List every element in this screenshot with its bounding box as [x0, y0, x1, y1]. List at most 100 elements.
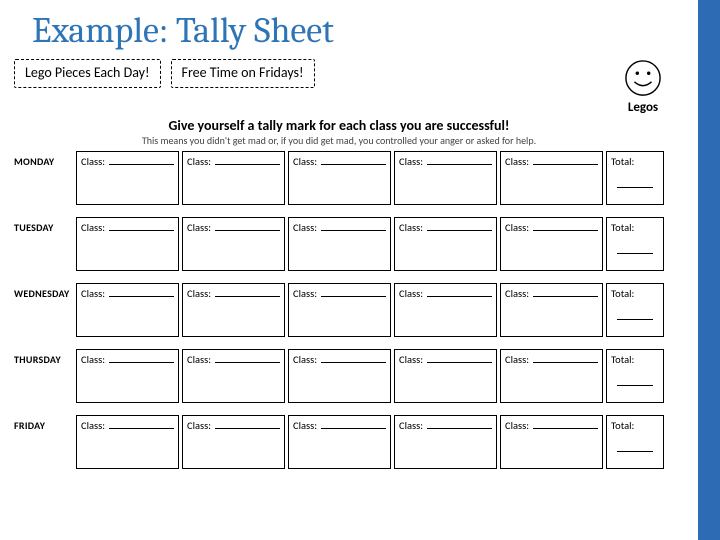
class-label: Class:: [187, 287, 211, 300]
total-cell: Total:: [606, 415, 664, 469]
class-cell: Class:: [76, 217, 179, 271]
instructions: Give yourself a tally mark for each clas…: [14, 117, 664, 147]
class-label-row: Class:: [505, 353, 598, 366]
class-label: Class:: [293, 155, 317, 168]
class-label: Class:: [187, 353, 211, 366]
blank-line: [109, 419, 174, 429]
day-label: FRIDAY: [14, 415, 76, 469]
class-label: Class:: [399, 353, 423, 366]
blank-line: [533, 221, 598, 231]
class-label-row: Class:: [293, 155, 386, 168]
class-label: Class:: [81, 419, 105, 432]
blank-line: [109, 353, 174, 363]
slide-title: Example: Tally Sheet: [0, 0, 720, 59]
class-cell: Class:: [288, 415, 391, 469]
class-cell: Class:: [500, 283, 603, 337]
tag-lego: Lego Pieces Each Day!: [14, 59, 161, 88]
blank-line: [427, 419, 492, 429]
tally-grid: MONDAYClass:Class:Class:Class:Class:Tota…: [14, 151, 664, 469]
blank-line: [617, 244, 653, 254]
class-cell: Class:: [288, 151, 391, 205]
day-row: FRIDAY Class: Class: Class: Class: Class: Tota…: [14, 415, 664, 469]
blank-line: [109, 155, 174, 165]
blank-line: [533, 287, 598, 297]
blank-line: [617, 310, 653, 320]
day-row: THURSDAY Class: Class: Class: Class: Class: To…: [14, 349, 664, 403]
blank-line: [427, 353, 492, 363]
class-cell: Class:: [500, 151, 603, 205]
blank-line: [617, 178, 653, 188]
class-cell: Class:: [182, 283, 285, 337]
class-cell: Class:: [76, 283, 179, 337]
blank-line: [109, 287, 174, 297]
cells: Class: Class: Class: Class: Class: Total:: [76, 349, 664, 403]
day-row: MONDAYClass:Class:Class:Class:Class:Tota…: [14, 151, 664, 205]
accent-bar: [698, 0, 720, 540]
day-label: WEDNESDAY: [14, 283, 76, 337]
instruction-main: Give yourself a tally mark for each clas…: [14, 117, 664, 134]
day-label: THURSDAY: [14, 349, 76, 403]
class-label-row: Class:: [81, 419, 174, 432]
class-label: Class:: [505, 353, 529, 366]
class-label-row: Class:: [187, 221, 280, 234]
smiley-icon: [624, 59, 662, 97]
class-label: Class:: [187, 221, 211, 234]
total-label: Total:: [611, 221, 659, 234]
class-label-row: Class:: [505, 419, 598, 432]
total-label: Total:: [611, 353, 659, 366]
class-cell: Class:: [288, 349, 391, 403]
blank-line: [215, 353, 280, 363]
cells: Class: Class: Class: Class: Class: Total:: [76, 217, 664, 271]
cells: Class:Class:Class:Class:Class:Total:: [76, 151, 664, 205]
day-row: TUESDAYClass:Class:Class:Class:Class:Tot…: [14, 217, 664, 271]
blank-line: [533, 353, 598, 363]
smiley-label: Legos: [624, 100, 662, 115]
class-label-row: Class:: [399, 353, 492, 366]
class-label-row: Class:: [399, 155, 492, 168]
instruction-sub: This means you didn't get mad or, if you…: [14, 134, 664, 147]
day-label: TUESDAY: [14, 217, 76, 271]
total-label: Total:: [611, 419, 659, 432]
total-cell: Total:: [606, 283, 664, 337]
class-cell: Class:: [394, 151, 497, 205]
blank-line: [533, 419, 598, 429]
worksheet: Lego Pieces Each Day! Free Time on Frida…: [0, 59, 694, 469]
blank-line: [109, 221, 174, 231]
class-cell: Class:: [394, 283, 497, 337]
class-cell: Class:: [500, 349, 603, 403]
cells: Class:Class:Class:Class:Class:Total:: [76, 283, 664, 337]
class-cell: Class:: [76, 349, 179, 403]
class-label: Class:: [293, 419, 317, 432]
blank-line: [533, 155, 598, 165]
class-label: Class:: [399, 419, 423, 432]
class-label: Class:: [399, 287, 423, 300]
class-label: Class:: [505, 419, 529, 432]
class-label: Class:: [81, 353, 105, 366]
class-label-row: Class:: [81, 287, 174, 300]
class-label-row: Class:: [187, 419, 280, 432]
class-cell: Class:: [182, 217, 285, 271]
class-label-row: Class:: [293, 221, 386, 234]
total-cell: Total:: [606, 349, 664, 403]
class-label-row: Class:: [505, 287, 598, 300]
blank-line: [321, 221, 386, 231]
blank-line: [427, 221, 492, 231]
smiley-block: Legos: [624, 59, 664, 115]
blank-line: [321, 353, 386, 363]
class-cell: Class:: [76, 415, 179, 469]
blank-line: [321, 287, 386, 297]
class-cell: Class:: [394, 217, 497, 271]
class-label: Class:: [505, 287, 529, 300]
class-label: Class:: [293, 353, 317, 366]
class-label-row: Class:: [293, 419, 386, 432]
class-label: Class:: [187, 419, 211, 432]
blank-line: [321, 419, 386, 429]
class-label-row: Class:: [505, 155, 598, 168]
total-label: Total:: [611, 155, 659, 168]
day-label: MONDAY: [14, 151, 76, 205]
class-label: Class:: [505, 155, 529, 168]
class-label-row: Class:: [81, 353, 174, 366]
class-label: Class:: [505, 221, 529, 234]
blank-line: [215, 419, 280, 429]
total-cell: Total:: [606, 217, 664, 271]
